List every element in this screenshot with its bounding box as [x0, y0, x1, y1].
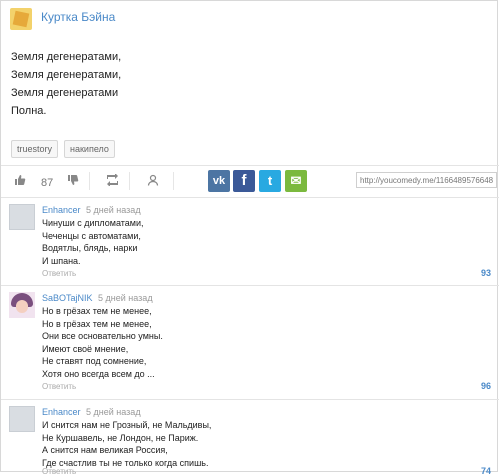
comment-text: Но в грёзах тем не менее, Но в грёзах те…: [42, 305, 163, 380]
comment-text: И снится нам не Грозный, не Мальдивы, Не…: [42, 419, 211, 469]
action-bar: 87 vk f t ✉: [1, 165, 499, 197]
comment-line: Не Куршавель, не Лондон, не Париж.: [42, 432, 199, 443]
post-card: Куртка Бэйна Земля дегенератами, Земля д…: [0, 0, 499, 476]
tag-nakipelo[interactable]: накипело: [64, 140, 115, 158]
poem-line: Земля дегенератами,: [11, 51, 122, 63]
comment-author-link[interactable]: Enhancer: [42, 205, 81, 215]
facebook-share-button[interactable]: f: [233, 170, 255, 192]
comment-line: Они все основательно умны.: [42, 331, 163, 341]
reply-link[interactable]: Ответить: [42, 269, 76, 278]
avatar[interactable]: [9, 292, 35, 318]
comment-line: Чинуши с дипломатами,: [42, 218, 144, 228]
comment-time: 5 дней назад: [98, 293, 153, 303]
comment-time: 5 дней назад: [86, 407, 141, 417]
comment-line: Водятлы, блядь, нарки: [42, 243, 138, 253]
comment-line: А снится нам великая Россия,: [42, 445, 168, 455]
comment-author-link[interactable]: Enhancer: [42, 407, 81, 417]
divider: [173, 172, 174, 190]
author-avatar[interactable]: [10, 8, 32, 30]
comment-line: Но в грёзах тем не менее,: [42, 318, 152, 329]
comment-time: 5 дней назад: [86, 205, 141, 215]
comment: SaBOTajNIK 5 дней назад Но в грёзах тем …: [1, 286, 499, 398]
comment-meta: Enhancer 5 дней назад: [42, 205, 141, 215]
comment: Enhancer 5 дней назад И снится нам не Гр…: [1, 400, 499, 476]
comment-score: 74: [480, 466, 491, 476]
comment-score: 96: [480, 381, 491, 391]
avatar[interactable]: [9, 406, 35, 432]
divider: [89, 172, 90, 190]
twitter-share-button[interactable]: t: [259, 170, 281, 192]
comment-meta: SaBOTajNIK 5 дней назад: [42, 293, 153, 303]
comment-line: Но в грёзах тем не менее,: [42, 306, 152, 316]
poem-line: Земля дегенератами: [11, 87, 119, 99]
comment-score: 93: [480, 268, 491, 278]
comment-line: Не ставят под сомнение,: [42, 356, 147, 366]
comment-line: Чеченцы с автоматами,: [42, 230, 141, 241]
mail-share-button[interactable]: ✉: [285, 170, 307, 192]
vk-share-button[interactable]: vk: [208, 170, 230, 192]
comment-author-link[interactable]: SaBOTajNIK: [42, 293, 93, 303]
reply-link[interactable]: Ответить: [42, 467, 76, 476]
people-icon[interactable]: [147, 174, 159, 186]
post-link-field[interactable]: [356, 172, 497, 188]
comment: Enhancer 5 дней назад Чинуши с дипломата…: [1, 198, 499, 284]
divider: [129, 172, 130, 190]
thumbs-up-icon[interactable]: [14, 174, 26, 186]
rating-count: 87: [41, 177, 54, 189]
thumbs-down-icon[interactable]: [67, 174, 79, 186]
poem-line: Земля дегенератами,: [11, 69, 122, 81]
comment-meta: Enhancer 5 дней назад: [42, 407, 141, 417]
poem-line: Полна.: [11, 105, 47, 117]
repost-icon[interactable]: [106, 174, 119, 186]
post-author-link[interactable]: Куртка Бэйна: [41, 10, 115, 24]
comment-line: Хотя оно всегда всем до ...: [42, 368, 155, 379]
comment-line: И снится нам не Грозный, не Мальдивы,: [42, 420, 212, 430]
reply-link[interactable]: Ответить: [42, 382, 76, 391]
comment-line: И шпана.: [42, 255, 81, 266]
tag-truestory[interactable]: truestory: [11, 140, 59, 158]
tag-list: truestory накипело: [11, 140, 115, 158]
comment-line: Имеют своё мнение,: [42, 343, 129, 354]
comment-text: Чинуши с дипломатами, Чеченцы с автомата…: [42, 217, 144, 267]
avatar[interactable]: [9, 204, 35, 230]
post-body: Земля дегенератами, Земля дегенератами, …: [11, 48, 121, 120]
